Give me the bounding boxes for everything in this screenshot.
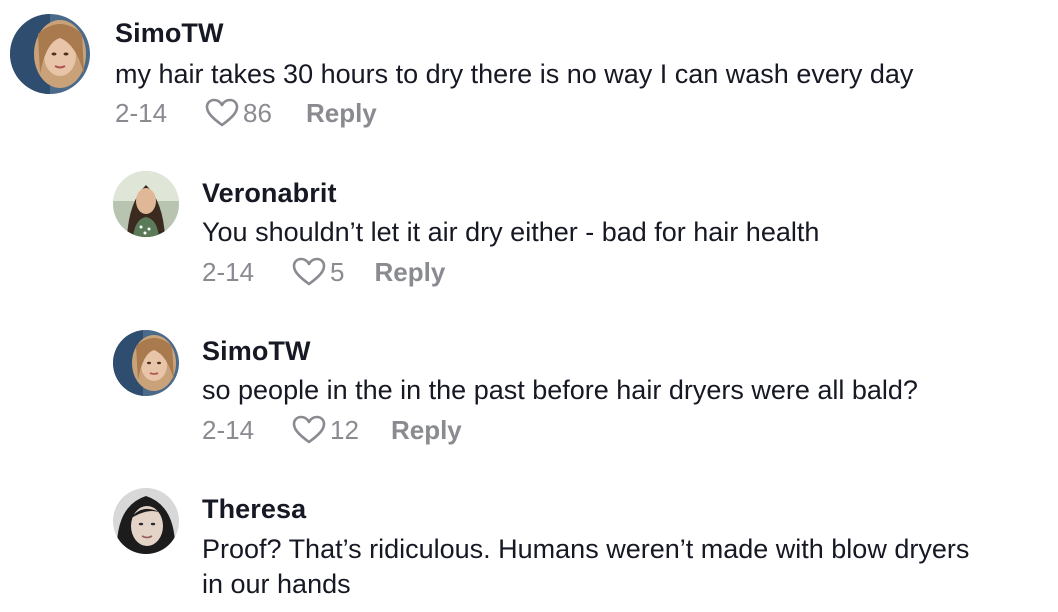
comment-date: 2-14 bbox=[115, 97, 168, 128]
heart-outline-icon bbox=[292, 257, 326, 286]
avatar[interactable] bbox=[10, 14, 90, 94]
comment-meta: 2-14 86 Reply bbox=[115, 96, 377, 130]
user-avatar-image bbox=[113, 171, 179, 237]
like-button[interactable]: 5 bbox=[292, 256, 345, 288]
reply-comment: Veronabrit You shouldn’t let it air dry … bbox=[0, 160, 1058, 300]
comment-date: 2-14 bbox=[202, 414, 255, 445]
avatar[interactable] bbox=[113, 171, 179, 237]
avatar[interactable] bbox=[113, 488, 179, 554]
comment-text: You shouldn’t let it air dry either - ba… bbox=[202, 217, 820, 247]
reply-comment: SimoTW so people in the in the past befo… bbox=[0, 318, 1058, 458]
user-avatar-image bbox=[113, 330, 179, 396]
comment-username[interactable]: Veronabrit bbox=[202, 178, 337, 209]
comment-text-line: Proof? That’s ridiculous. Humans weren’t… bbox=[202, 534, 970, 564]
reply-comment: Theresa Proof? That’s ridiculous. Humans… bbox=[0, 476, 1058, 612]
avatar[interactable] bbox=[113, 330, 179, 396]
comment-username[interactable]: SimoTW bbox=[115, 18, 224, 49]
comment-text-line: in our hands bbox=[202, 569, 351, 599]
comment-meta: 2-14 12 Reply bbox=[202, 413, 462, 447]
comment-date: 2-14 bbox=[202, 256, 255, 287]
like-count: 86 bbox=[243, 97, 272, 128]
like-button[interactable]: 86 bbox=[205, 98, 272, 129]
comment: SimoTW my hair takes 30 hours to dry the… bbox=[0, 0, 1058, 140]
comment-meta: 2-14 5 Reply bbox=[202, 255, 445, 289]
like-count: 12 bbox=[330, 414, 359, 445]
heart-outline-icon bbox=[205, 98, 239, 127]
comment-username[interactable]: SimoTW bbox=[202, 336, 311, 367]
like-button[interactable]: 12 bbox=[292, 415, 359, 446]
comment-text: my hair takes 30 hours to dry there is n… bbox=[115, 59, 914, 89]
reply-button[interactable]: Reply bbox=[375, 257, 446, 288]
user-avatar-image bbox=[10, 14, 90, 94]
heart-outline-icon bbox=[292, 415, 326, 444]
comment-username[interactable]: Theresa bbox=[202, 494, 306, 525]
reply-button[interactable]: Reply bbox=[306, 98, 377, 129]
like-count: 5 bbox=[330, 256, 345, 287]
comment-text: so people in the in the past before hair… bbox=[202, 375, 918, 405]
reply-button[interactable]: Reply bbox=[391, 415, 462, 446]
user-avatar-image bbox=[113, 488, 179, 554]
